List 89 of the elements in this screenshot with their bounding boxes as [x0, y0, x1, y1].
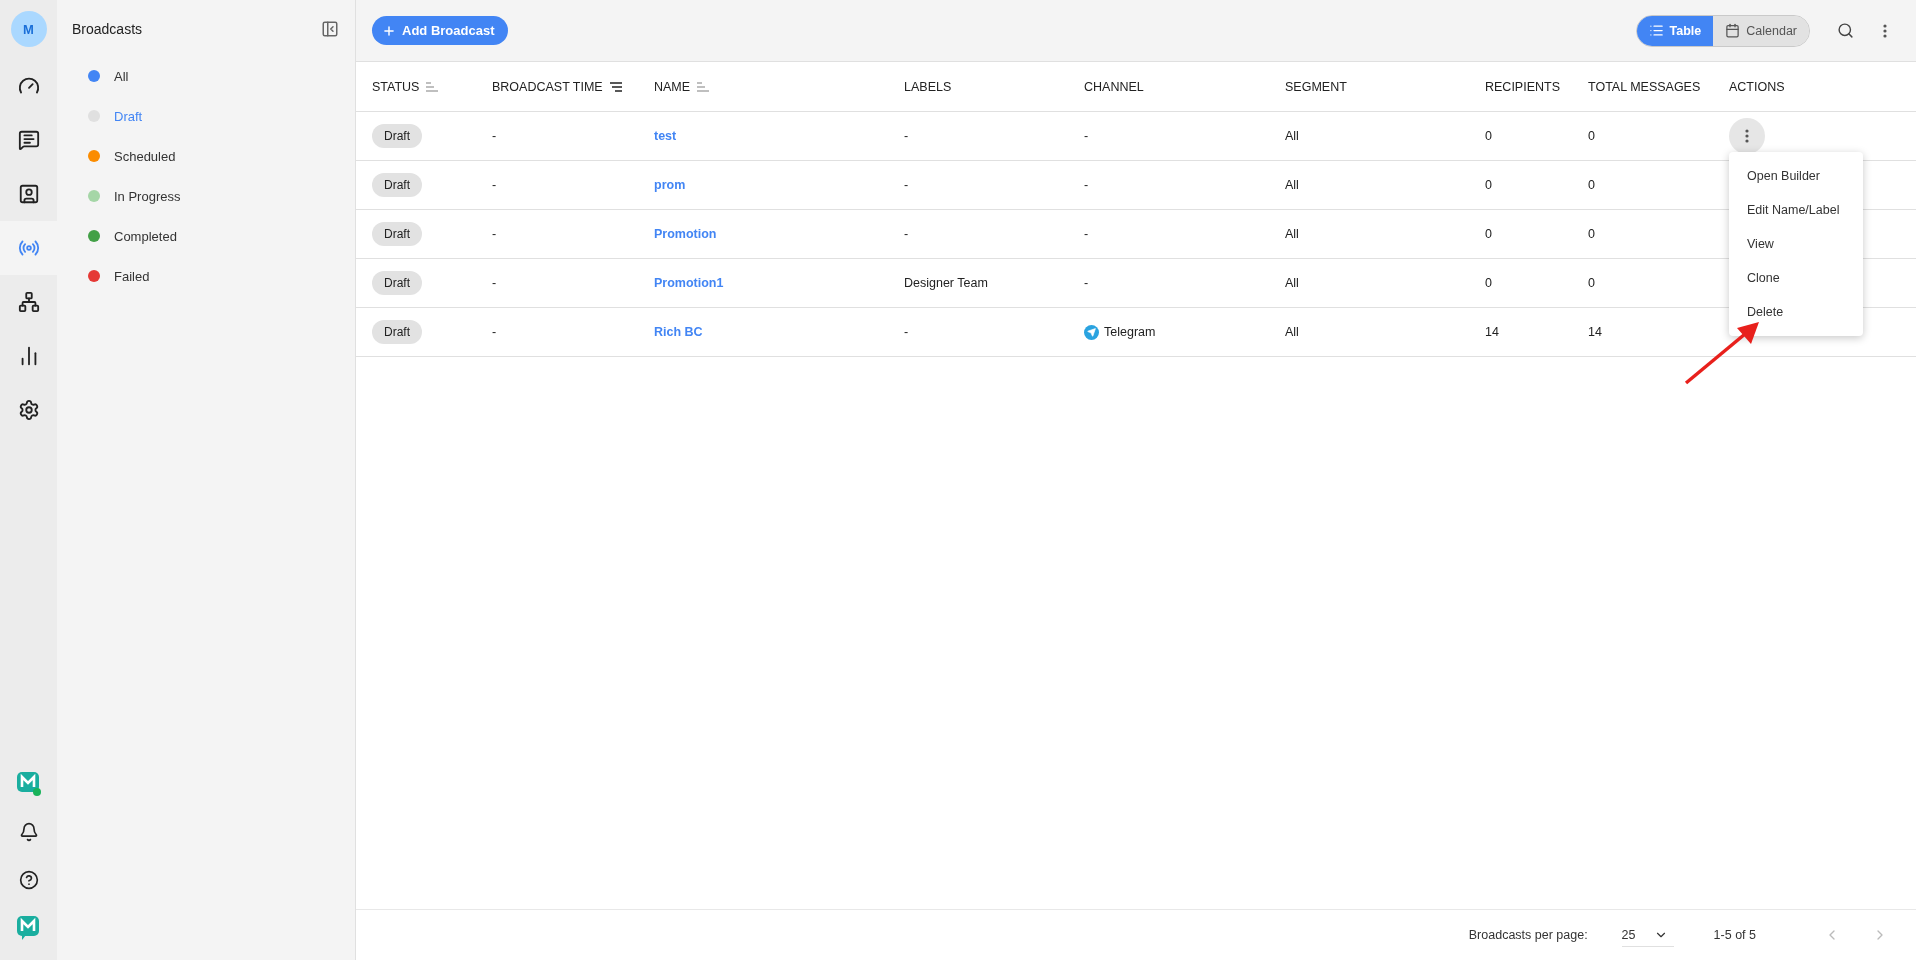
- logo-icon[interactable]: [15, 915, 42, 941]
- column-header: TOTAL MESSAGES: [1588, 79, 1701, 94]
- status-badge: Draft: [372, 222, 422, 246]
- kebab-icon: [1745, 129, 1749, 143]
- table-cell: All: [1285, 178, 1299, 192]
- table-cell: 0: [1485, 129, 1492, 143]
- table-cell: -: [904, 129, 909, 143]
- status-badge: Draft: [372, 320, 422, 344]
- table-cell: 14: [1485, 325, 1499, 339]
- table-cell: -: [1084, 227, 1089, 241]
- table-cell: 0: [1485, 227, 1492, 241]
- table-cell: All: [1285, 227, 1299, 241]
- menu-item[interactable]: Delete: [1729, 295, 1863, 329]
- broadcast-name-link[interactable]: test: [654, 129, 677, 143]
- calendar-icon: [1725, 23, 1741, 38]
- chat-icon: [17, 129, 40, 151]
- menu-item[interactable]: Open Builder: [1729, 159, 1863, 193]
- filter-label: In Progress: [114, 188, 181, 204]
- filter-label: Scheduled: [114, 148, 176, 164]
- table-cell: All: [1285, 276, 1299, 290]
- filter-item[interactable]: All: [57, 56, 355, 96]
- filter-label: Completed: [114, 228, 177, 244]
- table-cell: -: [1084, 178, 1089, 192]
- table-cell: -: [492, 325, 497, 339]
- logo-with-status-icon[interactable]: [15, 771, 42, 797]
- filter-label: All: [114, 68, 129, 84]
- table-cell: Telegram: [1104, 325, 1156, 339]
- view-toggle[interactable]: Table: [1636, 15, 1714, 46]
- sidebar-title: Broadcasts: [72, 21, 143, 37]
- filter-item[interactable]: Failed: [57, 256, 355, 296]
- table-cell: -: [492, 178, 497, 192]
- collapse-panel-icon[interactable]: [321, 20, 339, 38]
- menu-item[interactable]: Edit Name/Label: [1729, 193, 1863, 227]
- broadcast-name-link[interactable]: Promotion1: [654, 276, 724, 290]
- filter-item[interactable]: In Progress: [57, 176, 355, 216]
- column-header: NAME: [654, 79, 691, 94]
- menu-item[interactable]: Clone: [1729, 261, 1863, 295]
- table-cell: 0: [1485, 276, 1492, 290]
- rows-per-page-select[interactable]: 25: [1621, 923, 1674, 947]
- table-cell: Designer Team: [904, 276, 988, 290]
- column-header: STATUS: [372, 79, 420, 94]
- column-header: RECIPIENTS: [1485, 79, 1560, 94]
- column-header: CHANNEL: [1084, 79, 1144, 94]
- telegram-icon: [1084, 324, 1099, 340]
- status-badge: Draft: [372, 173, 422, 197]
- help-icon[interactable]: [18, 870, 39, 890]
- table-cell: 14: [1588, 325, 1602, 339]
- column-header: BROADCAST TIME: [492, 79, 603, 94]
- table-cell: 0: [1485, 178, 1492, 192]
- filter-item[interactable]: Completed: [57, 216, 355, 256]
- table-cell: 0: [1588, 129, 1595, 143]
- menu-item[interactable]: View: [1729, 227, 1863, 261]
- table-cell: 0: [1588, 227, 1595, 241]
- broadcast-name-link[interactable]: prom: [654, 178, 686, 192]
- table-cell: All: [1285, 325, 1299, 339]
- table-cell: -: [904, 325, 909, 339]
- rows-per-page-label: Broadcasts per page:: [1468, 928, 1588, 942]
- table-cell: 0: [1588, 178, 1595, 192]
- sort-icon[interactable]: [608, 81, 623, 92]
- broadcast-name-link[interactable]: Promotion: [654, 227, 717, 241]
- view-toggle[interactable]: Calendar: [1713, 15, 1809, 46]
- list-icon: [1648, 23, 1664, 38]
- table-cell: All: [1285, 129, 1299, 143]
- table-cell: -: [492, 276, 497, 290]
- add-broadcast-button[interactable]: Add Broadcast: [372, 16, 509, 45]
- table-cell: -: [904, 178, 909, 192]
- table-cell: -: [1084, 276, 1089, 290]
- column-header: ACTIONS: [1729, 79, 1785, 94]
- table-cell: -: [904, 227, 909, 241]
- plus-icon: [382, 23, 396, 38]
- hierarchy-icon: [17, 291, 40, 313]
- bell-icon[interactable]: [18, 822, 39, 842]
- contact-card-icon: [17, 183, 40, 205]
- filter-label: Failed: [114, 268, 150, 284]
- table-cell: 0: [1588, 276, 1595, 290]
- status-badge: Draft: [372, 271, 422, 295]
- search-icon: [1836, 22, 1854, 39]
- table-cell: -: [1084, 129, 1089, 143]
- kebab-icon: [1883, 23, 1887, 38]
- broadcast-name-link[interactable]: Rich BC: [654, 325, 703, 339]
- table-cell: -: [492, 227, 497, 241]
- column-header: SEGMENT: [1285, 79, 1347, 94]
- table-cell: -: [492, 129, 497, 143]
- filter-label: Draft: [114, 108, 143, 124]
- status-badge: Draft: [372, 124, 422, 148]
- column-header: LABELS: [904, 79, 952, 94]
- filter-item[interactable]: Scheduled: [57, 136, 355, 176]
- settings-icon: [17, 399, 40, 421]
- page-range: 1-5 of 5: [1713, 928, 1756, 942]
